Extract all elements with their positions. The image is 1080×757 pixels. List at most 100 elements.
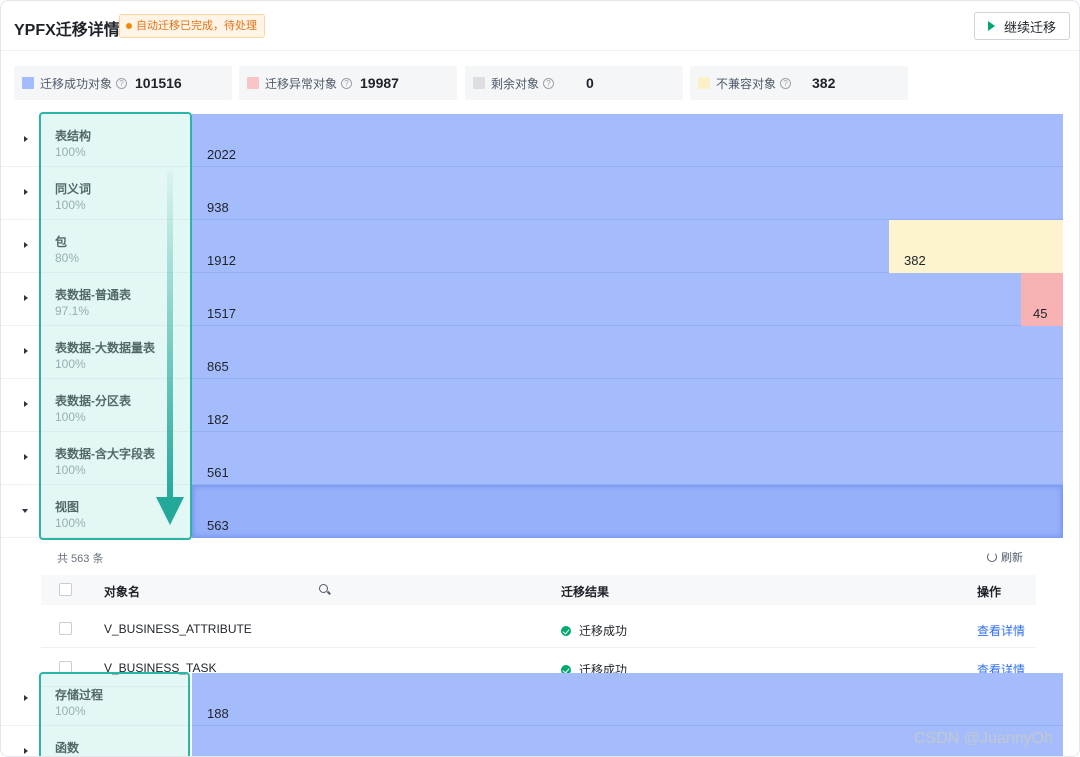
success-count: 188 <box>207 706 229 721</box>
stat-remaining: 剩余对象 ? 0 <box>465 66 683 100</box>
success-bar <box>192 114 1063 167</box>
row-percent: 100% <box>55 516 86 530</box>
success-count: 1517 <box>207 306 236 321</box>
row-percent: 100% <box>55 145 86 159</box>
legend-swatch-remaining <box>473 77 485 89</box>
continue-migration-button[interactable]: 继续迁移 <box>974 12 1070 40</box>
stat-remaining-value: 0 <box>586 75 594 91</box>
refresh-icon <box>987 552 997 562</box>
expand-caret-icon[interactable] <box>24 454 28 460</box>
object-row-table-data-partition[interactable]: 表数据-分区表 100% 182 <box>1 379 1063 432</box>
success-count: 938 <box>207 200 229 215</box>
legend-swatch-failed <box>247 77 259 89</box>
row-name: 视图 <box>55 500 80 514</box>
column-object-name: 对象名 <box>104 585 141 599</box>
total-count: 共 563 条 <box>57 553 104 565</box>
failed-count: 45 <box>1033 306 1048 321</box>
view-detail-panel: 共 563 条 刷新 对象名 迁移结果 操作 V_BUSINESS_ATTRIB… <box>1 538 1063 687</box>
expand-caret-icon[interactable] <box>24 242 28 248</box>
page-title: YPFX迁移详情 <box>14 22 120 39</box>
success-bar <box>192 379 1063 432</box>
stat-failed-value: 19987 <box>360 75 399 91</box>
select-all-checkbox[interactable] <box>59 583 72 596</box>
expand-caret-icon[interactable] <box>24 295 28 301</box>
object-row-function[interactable]: 函数 <box>1 726 1063 756</box>
row-percent: 80% <box>55 251 80 265</box>
row-name: 表结构 <box>55 129 92 143</box>
stat-success-value: 101516 <box>135 75 182 91</box>
stat-remaining-label: 剩余对象 <box>491 76 540 91</box>
object-row-table-data-lob[interactable]: 表数据-含大字段表 100% 561 <box>1 432 1063 485</box>
row-name: 表数据-普通表 <box>55 288 131 302</box>
row-name: 同义词 <box>55 182 92 196</box>
stat-failed-label: 迁移异常对象 <box>265 76 338 91</box>
table-header: 对象名 迁移结果 操作 <box>41 575 1036 605</box>
row-percent: 100% <box>55 410 86 424</box>
object-row-synonym[interactable]: 同义词 100% 938 <box>1 167 1063 220</box>
help-icon[interactable]: ? <box>543 77 555 89</box>
success-bar <box>192 167 1063 220</box>
success-check-icon <box>561 625 571 636</box>
help-icon[interactable]: ? <box>341 77 353 89</box>
down-arrow-icon <box>156 497 184 525</box>
expand-caret-icon[interactable] <box>24 401 28 407</box>
refresh-button[interactable]: 刷新 <box>987 549 1023 565</box>
expand-caret-icon[interactable] <box>24 189 28 195</box>
help-icon[interactable]: ? <box>116 77 128 89</box>
success-count: 865 <box>207 359 229 374</box>
row-percent: 97.1% <box>55 304 90 318</box>
success-count: 1912 <box>207 253 236 268</box>
object-name: V_BUSINESS_ATTRIBUTE <box>104 622 252 636</box>
row-name: 函数 <box>55 741 80 755</box>
object-row-table-structure[interactable]: 表结构 100% 2022 <box>1 114 1063 167</box>
row-name: 表数据-含大字段表 <box>55 447 155 461</box>
refresh-label: 刷新 <box>1001 552 1023 564</box>
success-bar <box>192 485 1063 538</box>
legend-swatch-success <box>22 77 34 89</box>
success-count: 563 <box>207 518 229 533</box>
row-percent: 100% <box>55 704 86 718</box>
expand-caret-icon[interactable] <box>24 695 28 701</box>
object-row-procedure[interactable]: 存储过程 100% 188 <box>1 673 1063 726</box>
status-dot-icon <box>126 23 132 29</box>
success-bar <box>192 673 1063 726</box>
column-action: 操作 <box>977 585 1002 599</box>
stat-incompatible-value: 382 <box>812 75 836 91</box>
stat-success-label: 迁移成功对象 <box>40 76 113 91</box>
table-row: V_BUSINESS_ATTRIBUTE 迁移成功 查看详情 <box>41 610 1036 648</box>
stat-success: 迁移成功对象 ? 101516 <box>14 66 232 100</box>
status-badge-text: 自动迁移已完成，待处理 <box>136 20 257 32</box>
row-checkbox[interactable] <box>59 622 72 635</box>
view-details-link[interactable]: 查看详情 <box>977 622 1025 639</box>
row-percent: 100% <box>55 198 86 212</box>
collapse-caret-icon[interactable] <box>22 509 28 513</box>
object-row-package[interactable]: 包 80% 1912 382 <box>1 220 1063 273</box>
success-bar <box>192 432 1063 485</box>
row-name: 包 <box>55 235 68 249</box>
migration-detail-window: YPFX迁移详情 自动迁移已完成，待处理 继续迁移 迁移成功对象 ? 10151… <box>0 0 1080 757</box>
stat-incompatible-label: 不兼容对象 <box>716 76 777 91</box>
expand-caret-icon[interactable] <box>24 136 28 142</box>
stat-failed: 迁移异常对象 ? 19987 <box>239 66 457 100</box>
scroll-arrow-shaft <box>167 171 173 501</box>
success-count: 182 <box>207 412 229 427</box>
row-percent: 100% <box>55 463 86 477</box>
success-bar <box>192 273 1021 326</box>
play-icon <box>987 21 995 31</box>
header: YPFX迁移详情 自动迁移已完成，待处理 继续迁移 <box>1 1 1079 51</box>
success-count: 561 <box>207 465 229 480</box>
row-name: 表数据-大数据量表 <box>55 341 155 355</box>
search-icon[interactable] <box>319 584 328 593</box>
result-cell: 迁移成功 <box>561 622 627 639</box>
success-bar <box>192 220 889 273</box>
object-row-table-data-normal[interactable]: 表数据-普通表 97.1% 1517 45 <box>1 273 1063 326</box>
success-count: 2022 <box>207 147 236 162</box>
column-result: 迁移结果 <box>561 585 610 599</box>
row-percent: 100% <box>55 357 86 371</box>
expand-caret-icon[interactable] <box>24 748 28 754</box>
object-row-table-data-large[interactable]: 表数据-大数据量表 100% 865 <box>1 326 1063 379</box>
legend-swatch-incompatible <box>698 77 710 89</box>
help-icon[interactable]: ? <box>780 77 792 89</box>
expand-caret-icon[interactable] <box>24 348 28 354</box>
stat-incompatible: 不兼容对象 ? 382 <box>690 66 908 100</box>
